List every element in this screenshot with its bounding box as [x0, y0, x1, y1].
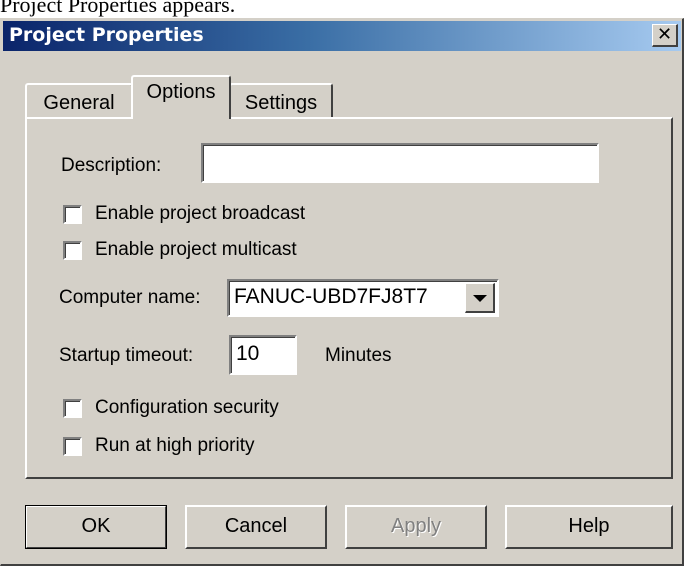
config-security-checkbox[interactable] [63, 399, 82, 418]
startup-timeout-unit: Minutes [325, 345, 392, 366]
description-input[interactable] [201, 143, 599, 183]
multicast-checkbox[interactable] [63, 241, 82, 260]
options-panel: Description: Enable project broadcast En… [25, 117, 673, 479]
close-icon: ✕ [656, 24, 673, 45]
computer-name-combobox[interactable]: FANUC-UBD7FJ8T7 [227, 279, 499, 317]
startup-timeout-label: Startup timeout: [59, 345, 194, 366]
high-priority-checkbox[interactable] [63, 437, 82, 456]
help-button[interactable]: Help [505, 505, 673, 549]
tab-settings-label: Settings [244, 92, 318, 114]
caption-text: Project Properties appears. [0, 0, 236, 17]
computer-name-value: FANUC-UBD7FJ8T7 [234, 285, 428, 308]
apply-button[interactable]: Apply [345, 505, 487, 549]
computer-name-dropdown-button[interactable] [465, 283, 495, 313]
high-priority-label: Run at high priority [95, 435, 255, 456]
chevron-down-icon [473, 295, 487, 302]
config-security-label: Configuration security [95, 397, 279, 418]
broadcast-checkbox[interactable] [63, 205, 82, 224]
broadcast-label: Enable project broadcast [95, 203, 306, 224]
close-button[interactable]: ✕ [652, 24, 678, 47]
project-properties-dialog: Project Properties ✕ General Options Set… [0, 18, 684, 566]
computer-name-label: Computer name: [59, 287, 201, 308]
cancel-button[interactable]: Cancel [185, 505, 327, 549]
window-title: Project Properties [9, 24, 204, 46]
tab-general-label: General [43, 92, 115, 114]
description-label: Description: [61, 155, 162, 176]
tab-options[interactable]: Options [131, 75, 231, 119]
tab-general[interactable]: General [25, 83, 133, 119]
tab-settings[interactable]: Settings [229, 83, 333, 119]
ok-button[interactable]: OK [25, 505, 167, 549]
tab-options-label: Options [146, 81, 216, 103]
startup-timeout-input[interactable]: 10 [229, 335, 297, 375]
title-bar[interactable]: Project Properties ✕ [3, 21, 681, 51]
multicast-label: Enable project multicast [95, 239, 297, 260]
